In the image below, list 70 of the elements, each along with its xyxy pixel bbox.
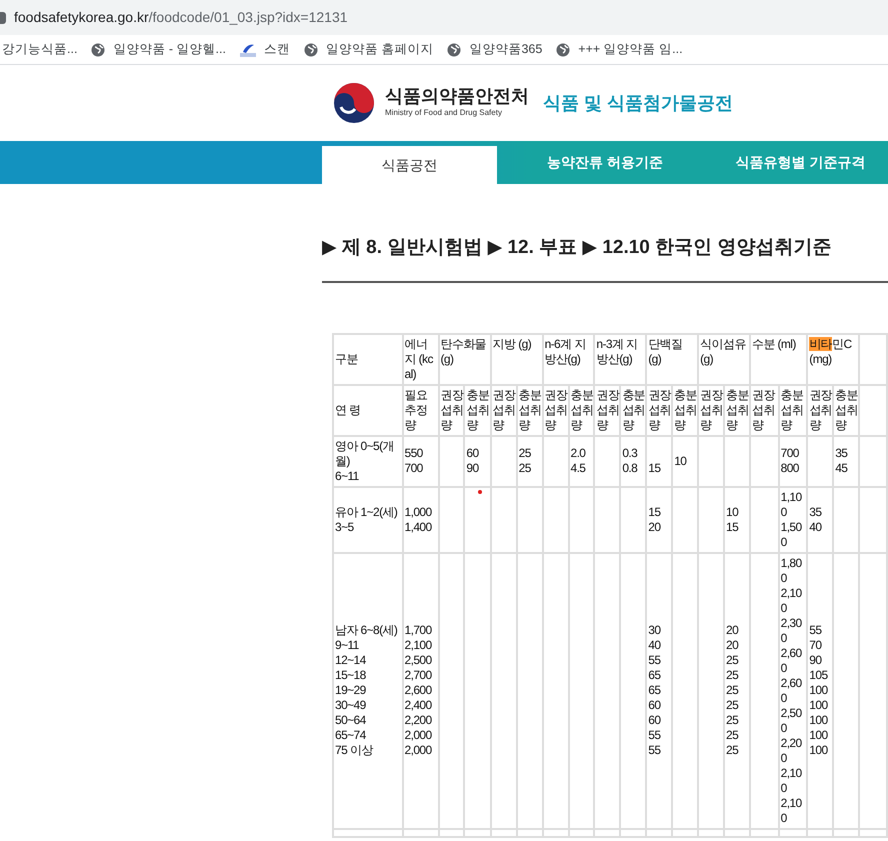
table-cell: 25 25 bbox=[516, 436, 543, 486]
table-cell: 60 90 bbox=[464, 436, 491, 486]
table-header-cell: 권장섭취량 bbox=[750, 384, 779, 436]
table-cell: 35 45 bbox=[833, 436, 860, 486]
table-cell: 0.3 0.8 bbox=[620, 436, 646, 486]
bookmark[interactable]: 일양약품 홈페이지 bbox=[304, 40, 434, 59]
table-cell: 700 800 bbox=[778, 436, 808, 486]
emblem-icon bbox=[333, 81, 375, 125]
table-header-cell: 필요추정량 bbox=[402, 384, 438, 436]
table-header-cell: 권장섭취량 bbox=[698, 384, 724, 436]
globe-icon bbox=[91, 42, 106, 56]
table-cell: 1,700 2,100 2,500 2,700 2,600 2,400 2,200 2,000 2,000 bbox=[402, 552, 438, 828]
table-cell: 55 70 90 105 100 100 100 100 100 bbox=[807, 552, 834, 828]
table-header-cell: 충분섭취량 bbox=[620, 384, 646, 436]
table-header-cell: 권장섭취량 bbox=[646, 384, 672, 436]
table-header-cell: 권장섭취량 bbox=[490, 384, 517, 436]
globe-icon bbox=[556, 42, 570, 56]
table-header-cell: n-3계 지방산(g) bbox=[594, 334, 646, 384]
table-cell: 남자 6~8(세) 9~11 12~14 15~18 19~29 30~49 50~64 65~74 75 이상 bbox=[333, 552, 403, 828]
table-header-cell: 탄수화물 (g) bbox=[438, 334, 491, 384]
address-bar[interactable]: foodsafetykorea.go.kr/foodcode/01_03.jsp?idx=12131 bbox=[0, 0, 888, 35]
table-cell: 영아 0~5(개월) 6~11 bbox=[333, 436, 403, 486]
table-cell: 10 bbox=[672, 436, 698, 486]
table-cell: 1,800 2,100 2,300 2,600 2,600 2,500 2,200 2,100 2,100 bbox=[778, 552, 808, 828]
table-header-cell: 충분섭취량 bbox=[516, 384, 543, 436]
bookmark[interactable]: 스캔 bbox=[240, 40, 290, 59]
table-cell: 10 15 bbox=[724, 486, 750, 552]
table-header-cell: 충분섭취량 bbox=[778, 384, 808, 436]
table-header-cell: 식이섬유 (g) bbox=[698, 334, 750, 384]
site-title: 식품 및 식품첨가물공전 bbox=[543, 92, 734, 114]
scan-icon bbox=[240, 42, 256, 56]
table-header-cell: 권장섭취량 bbox=[594, 384, 620, 436]
table-cell: 30 40 55 65 65 60 60 55 55 bbox=[646, 552, 672, 828]
agency-name: 식품의약품안전처 bbox=[385, 87, 529, 107]
breadcrumb-heading: ▶ 제 8. 일반시험법 ▶ 12. 부표 ▶ 12.10 한국인 영양섭취기준 bbox=[322, 234, 888, 282]
bookmark[interactable]: 일양약품365 bbox=[447, 40, 542, 59]
table-header-cell: 연 령 bbox=[333, 384, 403, 436]
table-header-cell: 충분섭취량 bbox=[672, 384, 698, 436]
table-cell: 1,000 1,400 bbox=[402, 486, 438, 552]
dot-mark bbox=[478, 490, 482, 494]
table-header-cell: 권장섭취량 bbox=[807, 384, 834, 436]
globe-icon bbox=[304, 42, 318, 56]
bookmark[interactable]: +++ 일양약품 임... bbox=[556, 40, 683, 59]
table-header-cell: 충분섭취량 bbox=[724, 384, 750, 436]
globe-icon bbox=[447, 42, 462, 56]
table-cell: 15 20 bbox=[646, 486, 672, 552]
bookmark[interactable]: 일양약품 - 일양헬... bbox=[91, 40, 226, 59]
table-cell: 15 bbox=[646, 436, 672, 486]
table-header-cell: 수분 (ml) bbox=[750, 334, 808, 384]
table-cell: 20 20 25 25 25 25 25 25 25 bbox=[724, 552, 750, 828]
agency-english-name: Ministry of Food and Drug Safety bbox=[385, 106, 503, 119]
table-header-cell: 에너지 (kcal) bbox=[402, 334, 438, 384]
table-header-cell: 구분 bbox=[333, 334, 403, 384]
nav-tab[interactable]: 식품공전 bbox=[322, 146, 498, 184]
url-text: foodsafetykorea.go.kr/foodcode/01_03.jsp?idx=12131 bbox=[14, 8, 348, 27]
table-header-cell: 지방 (g) bbox=[490, 334, 543, 384]
table-cell: 1,100 1,500 bbox=[778, 486, 808, 552]
table-header-cell: 충분섭취량 bbox=[833, 384, 860, 436]
table-header-cell: n-6계 지방산(g) bbox=[542, 334, 594, 384]
table-header-cell: 단백질 (g) bbox=[646, 334, 698, 384]
bookmark[interactable]: 강기능식품... bbox=[2, 40, 78, 59]
table-header-cell: 권장섭취량 bbox=[438, 384, 464, 436]
table-cell: 2.0 4.5 bbox=[568, 436, 594, 486]
lock-icon bbox=[0, 12, 6, 24]
table-header-cell: 충분섭취량 bbox=[464, 384, 491, 436]
table-header-cell: 권장섭취량 bbox=[542, 384, 568, 436]
table-header-cell: 충분섭취량 bbox=[568, 384, 594, 436]
table-cell: 35 40 bbox=[807, 486, 834, 552]
table-cell: 유아 1~2(세) 3~5 bbox=[333, 486, 403, 552]
table-cell: 550 700 bbox=[402, 436, 438, 486]
